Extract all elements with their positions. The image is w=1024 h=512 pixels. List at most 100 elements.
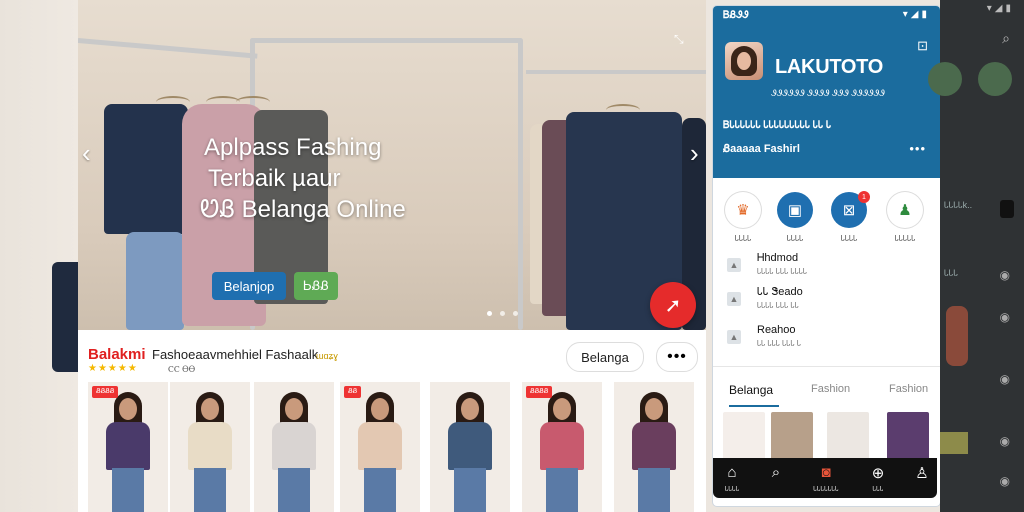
hero-title-line2: Terbaik µaur bbox=[208, 165, 341, 192]
user-icon: ▲ bbox=[727, 330, 741, 344]
list-item-title: Ꮋhdmod bbox=[757, 252, 799, 264]
model-jeans bbox=[638, 468, 670, 512]
list-item-title: ᏓᏓ Ꮥeado bbox=[757, 286, 803, 298]
product-thumbnail[interactable] bbox=[771, 412, 813, 460]
circle-icon[interactable]: ◉ bbox=[1000, 310, 1010, 324]
product-card[interactable]: ᏰᏰᏰᏰ bbox=[522, 382, 602, 512]
share-arrow-icon[interactable]: ➚ bbox=[650, 282, 696, 328]
clothes-rail-top bbox=[250, 38, 522, 43]
product-card[interactable]: ᏰᏰᏰᏰ bbox=[88, 382, 168, 512]
product-card[interactable] bbox=[430, 382, 510, 512]
product-thumbnail[interactable] bbox=[887, 412, 929, 460]
model-face bbox=[461, 398, 479, 420]
belanja-button[interactable]: Belanga bbox=[566, 342, 644, 372]
background-wall bbox=[0, 0, 78, 512]
status-icons: ▾◢▮ bbox=[902, 9, 930, 20]
circle-icon[interactable]: ◉ bbox=[1000, 474, 1010, 488]
app-subtitle: ᏭᏭᏭᏭᏭᏭ ᏭᏭᏭᏭ ᏭᏭᏭ ᏭᏭᏭᏭᏭᏭ bbox=[771, 88, 885, 98]
user-icon: ▲ bbox=[727, 258, 741, 272]
category-circle[interactable] bbox=[928, 62, 962, 96]
category-label: ᏓᏓᏓᏓ bbox=[840, 234, 858, 243]
product-card[interactable]: ᏰᏰ bbox=[340, 382, 420, 512]
app-name: LAKUTOTO bbox=[775, 56, 883, 78]
shirt-icon[interactable]: ▣ bbox=[777, 192, 813, 228]
info-text: ᏴᏓᏓᏓᏓᏓᏓ ᏓᏓᏓᏓᏓᏓᏓᏓᏓ ᏓᏓ Ꮣ bbox=[723, 120, 832, 131]
bottom-nav: ⌂ ᏓᏓᏓᏓ ⌕ ◙ ᏓᏓᏓᏓᏓᏓᏓ ⊕ ᏓᏓᏓ ♙ bbox=[713, 458, 937, 498]
category-circle[interactable] bbox=[978, 62, 1012, 96]
sale-badge: ᏰᏰᏰᏰ bbox=[92, 386, 119, 398]
model-jeans bbox=[194, 468, 226, 512]
shop-tag: ɯɑʑɣ bbox=[316, 351, 338, 361]
chevron-left-icon[interactable]: ‹ bbox=[82, 138, 91, 169]
right-panel: ▾◢▮ ⌕ ᏓᏓᏓᏓk.. ᏓᏓᏓ ◉ ◉ ◉ ◉ ◉ bbox=[928, 0, 1024, 512]
product-card[interactable] bbox=[254, 382, 334, 512]
panel-text: ᏓᏓᏓ bbox=[944, 268, 958, 278]
list-item-title: Reahoo bbox=[757, 324, 796, 336]
hero-title: Aplpass Fashing Terbaik µaur ᏬᏰ Belanga … bbox=[200, 132, 464, 225]
more-button[interactable]: ••• bbox=[656, 342, 698, 372]
rail-post-right bbox=[518, 38, 523, 330]
model-top bbox=[188, 422, 232, 470]
shop-now-button[interactable]: Belanjop bbox=[212, 272, 286, 300]
list-item[interactable]: ▲ Reahoo ᏓᏓ ᏓᏓᏓ ᏓᏓᏓ Ꮣ bbox=[727, 324, 927, 356]
list-item-subtitle: ᏓᏓᏓᏓ ᏓᏓᏓ ᏓᏓ bbox=[757, 301, 799, 310]
list-item-subtitle: ᏓᏓᏓᏓ ᏓᏓᏓ ᏓᏓᏓᏓ bbox=[757, 267, 808, 276]
product-card[interactable] bbox=[170, 382, 250, 512]
jeans-image bbox=[126, 232, 184, 330]
person-icon[interactable]: ♟ bbox=[887, 192, 923, 228]
product-card[interactable] bbox=[614, 382, 694, 512]
slide-dot[interactable] bbox=[513, 311, 518, 316]
search-icon[interactable]: ⌕ bbox=[761, 464, 791, 481]
model-jeans bbox=[454, 468, 486, 512]
chevron-right-icon[interactable]: › bbox=[690, 138, 699, 169]
circle-icon[interactable]: ◉ bbox=[1000, 372, 1010, 386]
model-face bbox=[119, 398, 137, 420]
model-top bbox=[272, 422, 316, 470]
avatar[interactable] bbox=[725, 42, 763, 80]
tab-belanja[interactable]: Belanga bbox=[729, 383, 773, 397]
tab-fashion[interactable]: Fashion bbox=[811, 383, 850, 395]
category-label: ᏓᏓᏓᏓ bbox=[786, 234, 804, 243]
bag-icon[interactable]: ⊕ bbox=[863, 464, 893, 482]
model-top bbox=[540, 422, 584, 470]
sale-badge: ᏰᏰᏰᏰ bbox=[526, 386, 553, 398]
product-thumbnail[interactable] bbox=[723, 412, 765, 460]
secondary-button[interactable]: ᏏᏰᏰ bbox=[294, 272, 338, 300]
slide-dot[interactable] bbox=[500, 311, 505, 316]
share-icon[interactable]: ⤡ bbox=[674, 32, 684, 47]
shop-logo: Balakmi bbox=[88, 346, 146, 363]
notification-badge: 1 bbox=[858, 191, 870, 203]
denim-shirt-image bbox=[104, 104, 188, 234]
panel-thumbnail[interactable] bbox=[1000, 200, 1014, 218]
profile-icon[interactable]: ♙ bbox=[907, 464, 937, 482]
category-tabs: Belanga Fashion Fashion bbox=[713, 366, 940, 409]
model-top bbox=[448, 422, 492, 470]
camera-icon[interactable]: ◙ bbox=[811, 464, 841, 481]
jacket-edge-image bbox=[52, 262, 78, 372]
phone-mockup: ᏴᏰᏭᏭ ▾◢▮ LAKUTOTO ⊡ ᏭᏭᏭᏭᏭᏭ ᏭᏭᏭᏭ ᏭᏭᏭ ᏭᏭᏭᏭ… bbox=[713, 6, 940, 506]
more-icon[interactable]: ••• bbox=[909, 141, 926, 156]
home-icon[interactable]: ⌂ bbox=[717, 464, 747, 481]
search-icon[interactable]: ⌕ bbox=[1002, 30, 1010, 47]
circle-icon[interactable]: ◉ bbox=[1000, 434, 1010, 448]
person-image bbox=[946, 306, 968, 366]
product-thumbnail[interactable] bbox=[827, 412, 869, 460]
tab-fashion-2[interactable]: Fashion bbox=[889, 383, 928, 395]
nav-label: ᏓᏓᏓ bbox=[872, 486, 884, 493]
status-icons: ▾◢▮ bbox=[986, 3, 1014, 14]
sale-badge: ᏰᏰ bbox=[344, 386, 362, 398]
model-top bbox=[106, 422, 150, 470]
category-label: ᏓᏓᏓᏓᏓ bbox=[894, 234, 916, 243]
circle-icon[interactable]: ◉ bbox=[1000, 268, 1010, 282]
slide-dot[interactable] bbox=[487, 311, 492, 316]
promo-image bbox=[940, 432, 968, 454]
model-face bbox=[201, 398, 219, 420]
model-jeans bbox=[546, 468, 578, 512]
list-item[interactable]: ▲ ᏓᏓ Ꮥeado ᏓᏓᏓᏓ ᏓᏓᏓ ᏓᏓ bbox=[727, 286, 927, 318]
list-item[interactable]: ▲ Ꮋhdmod ᏓᏓᏓᏓ ᏓᏓᏓ ᏓᏓᏓᏓ bbox=[727, 252, 927, 284]
dress-icon[interactable]: ♛ bbox=[725, 192, 761, 228]
category-label: ᏓᏓᏓᏓ bbox=[734, 234, 752, 243]
rating-value: ⲤⲤ ⲐⲐ bbox=[168, 364, 196, 374]
model-face bbox=[553, 398, 571, 420]
message-icon[interactable]: ⊡ bbox=[917, 38, 928, 54]
